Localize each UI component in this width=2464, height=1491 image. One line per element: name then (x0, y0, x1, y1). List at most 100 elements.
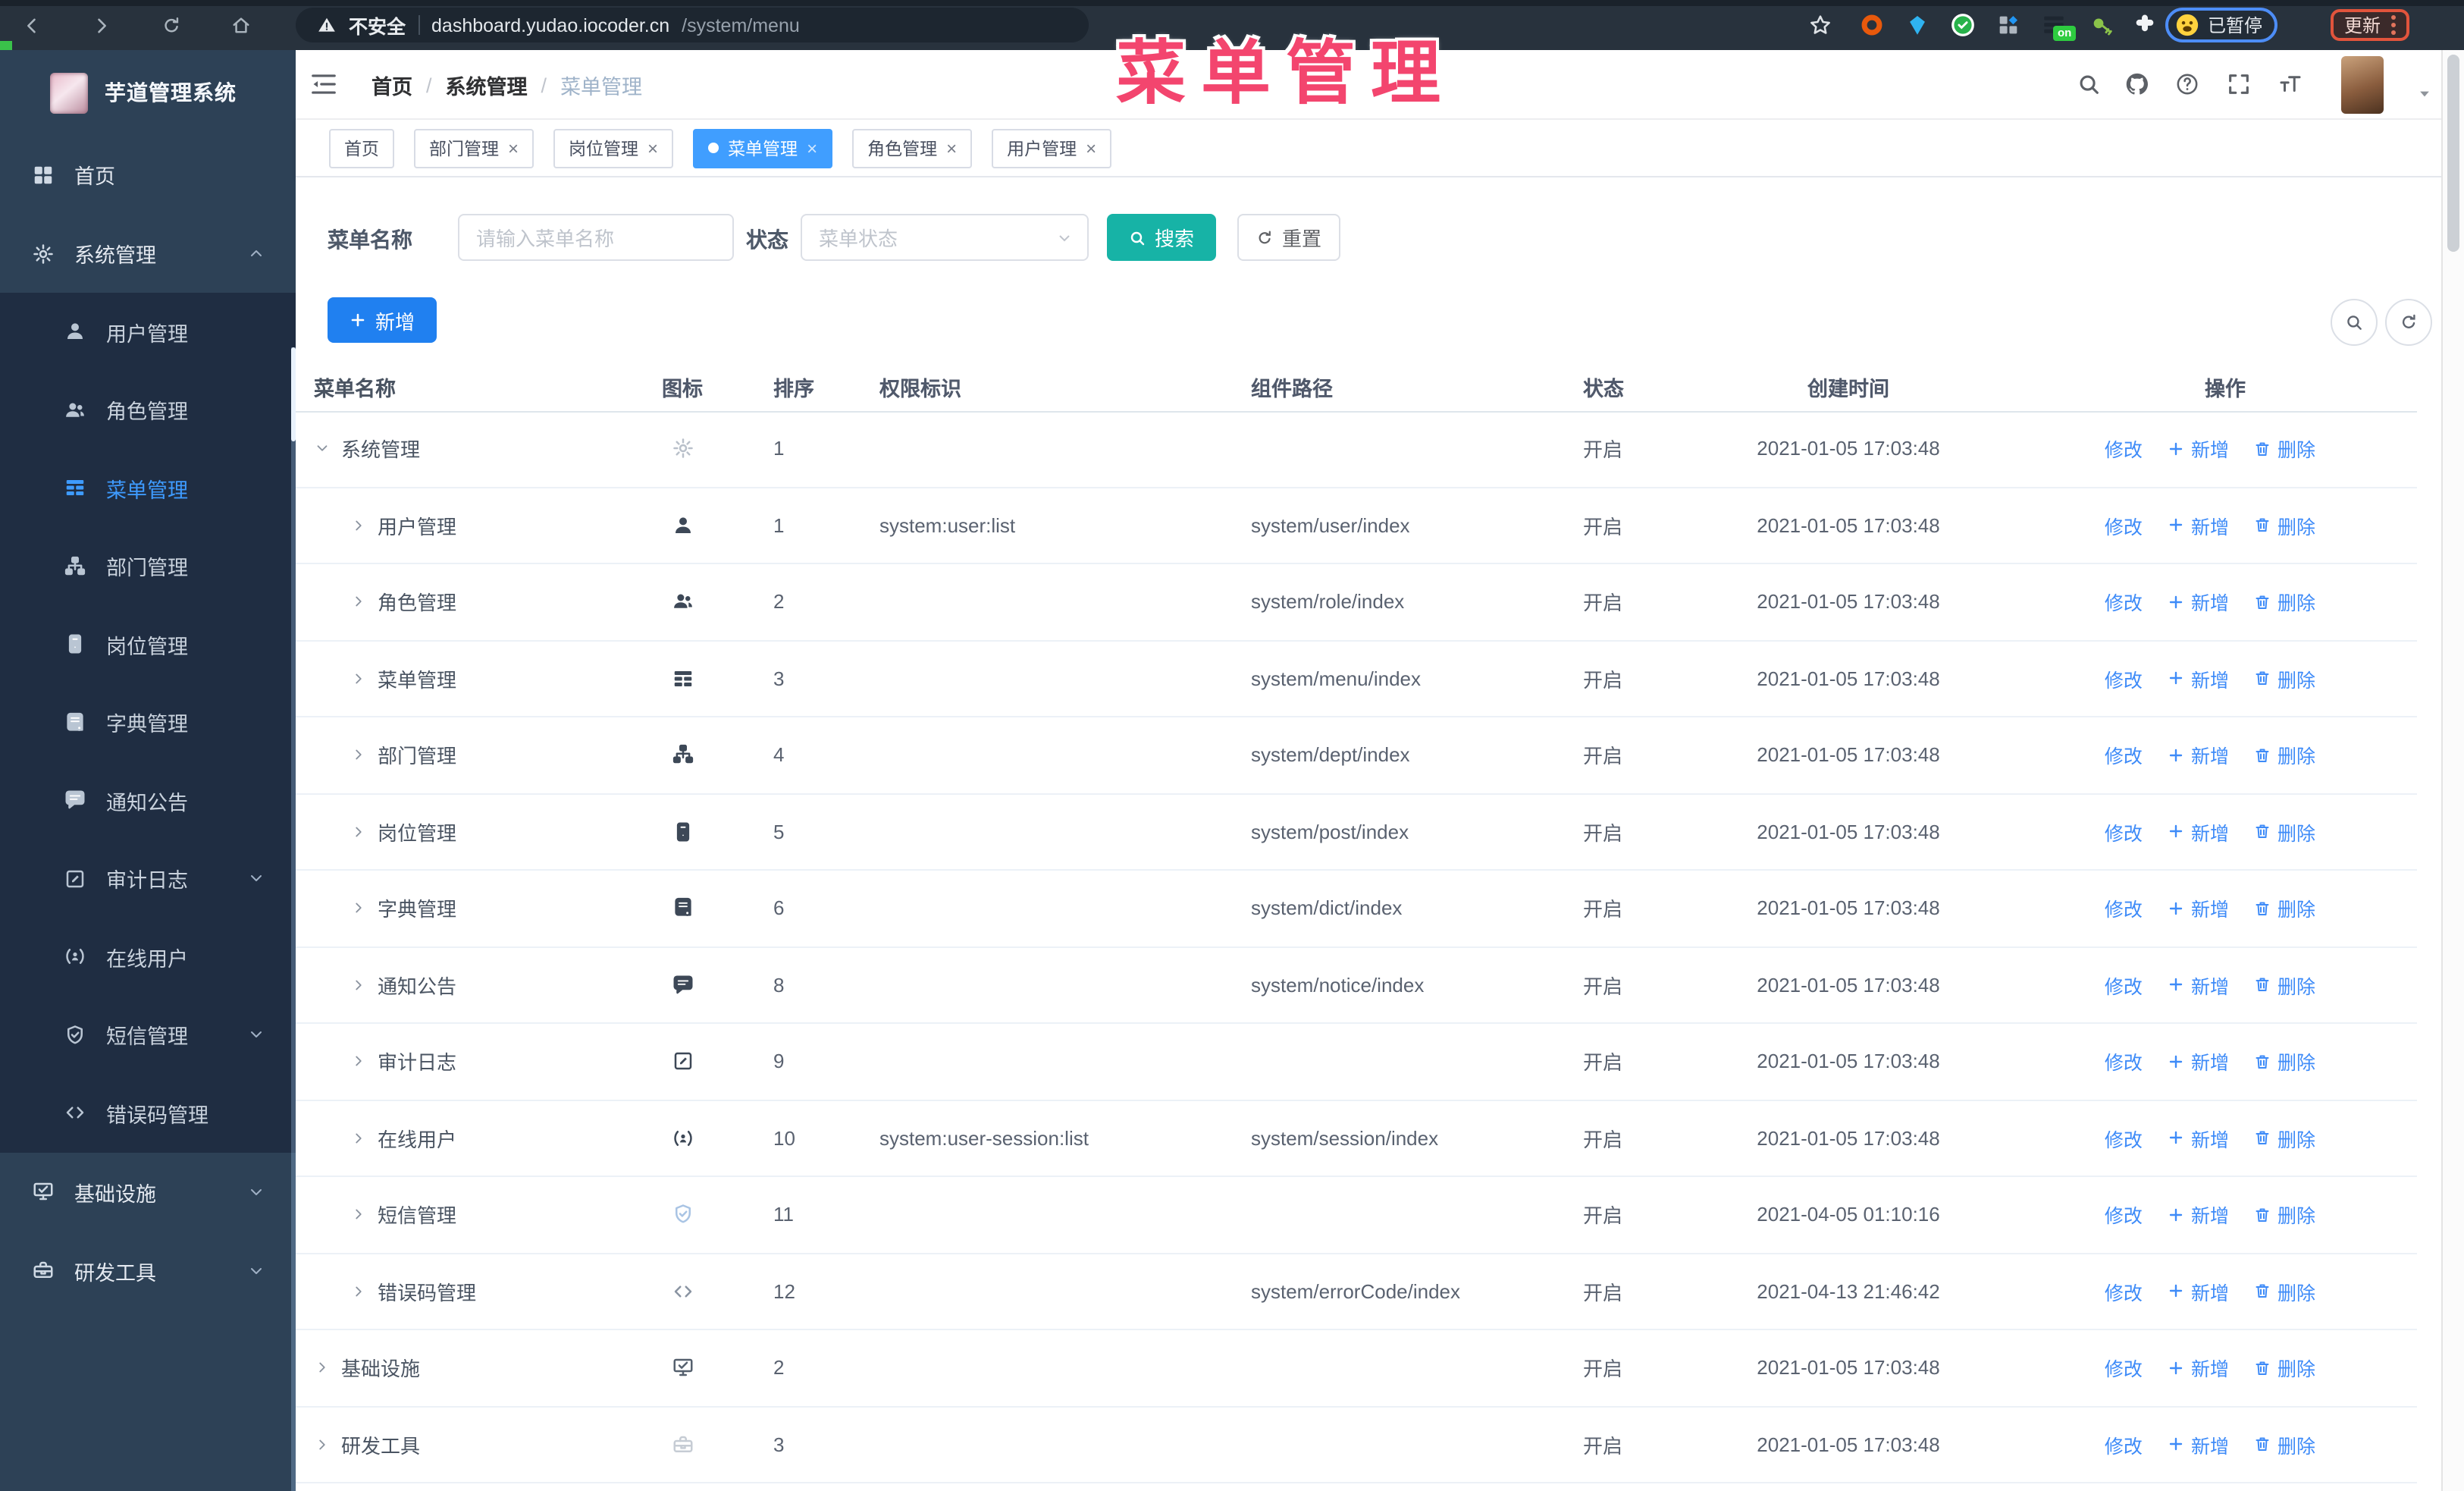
sidebar-item-dict[interactable]: 字典管理 (0, 683, 296, 761)
add-link[interactable]: 新增 (2167, 1354, 2229, 1383)
user-avatar[interactable] (2341, 56, 2384, 114)
edit-link[interactable]: 修改 (2080, 511, 2143, 540)
edit-link[interactable]: 修改 (2080, 1201, 2143, 1229)
tab-dept[interactable]: 部门管理 (414, 128, 534, 168)
kebab-menu-icon[interactable] (2391, 15, 2397, 20)
caret-right-icon[interactable] (350, 977, 367, 993)
edit-link[interactable]: 修改 (2080, 741, 2143, 770)
add-link[interactable]: 新增 (2167, 588, 2229, 617)
bookmark-star-icon[interactable] (1807, 12, 1833, 46)
caret-right-icon[interactable] (350, 900, 367, 917)
ext-gem-icon[interactable] (1904, 12, 1930, 46)
ext-check-circle-icon[interactable] (1950, 12, 1976, 46)
edit-link[interactable]: 修改 (2080, 435, 2143, 463)
sidebar-item-dept[interactable]: 部门管理 (0, 527, 296, 605)
caret-right-icon[interactable] (350, 670, 367, 687)
edit-link[interactable]: 修改 (2080, 971, 2143, 1000)
font-size-icon[interactable] (2277, 71, 2303, 97)
caret-right-icon[interactable] (350, 1130, 367, 1147)
delete-link[interactable]: 删除 (2253, 435, 2315, 463)
sidebar-item-role[interactable]: 角色管理 (0, 371, 296, 449)
caret-right-icon[interactable] (350, 1207, 367, 1223)
browser-home-icon[interactable] (230, 15, 252, 41)
add-link[interactable]: 新增 (2167, 1430, 2229, 1459)
sidebar-item-sms[interactable]: 短信管理 (0, 996, 296, 1074)
tab-role[interactable]: 角色管理 (852, 128, 973, 168)
add-link[interactable]: 新增 (2167, 435, 2229, 463)
delete-link[interactable]: 删除 (2253, 894, 2315, 923)
add-link[interactable]: 新增 (2167, 1047, 2229, 1076)
caret-right-icon[interactable] (350, 824, 367, 840)
delete-link[interactable]: 删除 (2253, 664, 2315, 693)
header-search-icon[interactable] (2076, 71, 2102, 97)
add-link[interactable]: 新增 (2167, 1124, 2229, 1153)
edit-link[interactable]: 修改 (2080, 1047, 2143, 1076)
breadcrumb-home[interactable]: 首页 (371, 70, 412, 100)
toggle-search-button[interactable] (2331, 299, 2378, 346)
add-link[interactable]: 新增 (2167, 741, 2229, 770)
sidebar-item-errcode[interactable]: 错误码管理 (0, 1074, 296, 1152)
delete-link[interactable]: 删除 (2253, 971, 2315, 1000)
delete-link[interactable]: 删除 (2253, 1047, 2315, 1076)
sidebar-item-menu[interactable]: 菜单管理 (0, 449, 296, 527)
avatar-caret-down-icon[interactable] (2417, 86, 2432, 102)
sidebar-item-home[interactable]: 首页 (0, 135, 296, 214)
delete-link[interactable]: 删除 (2253, 741, 2315, 770)
ext-key-icon[interactable] (2089, 12, 2115, 46)
status-select[interactable]: 菜单状态 (801, 214, 1089, 261)
sidebar-item-infra[interactable]: 基础设施 (0, 1152, 296, 1231)
caret-right-icon[interactable] (314, 1360, 331, 1376)
add-link[interactable]: 新增 (2167, 511, 2229, 540)
refresh-table-button[interactable] (2385, 299, 2432, 346)
delete-link[interactable]: 删除 (2253, 818, 2315, 846)
ext-grid-icon[interactable] (1995, 12, 2021, 46)
tab-close-icon[interactable] (946, 139, 957, 157)
caret-right-icon[interactable] (350, 1283, 367, 1300)
caret-right-icon[interactable] (350, 517, 367, 534)
sidebar-collapse-icon[interactable] (309, 70, 338, 99)
add-link[interactable]: 新增 (2167, 1277, 2229, 1306)
caret-right-icon[interactable] (350, 747, 367, 764)
sidebar-item-devtool[interactable]: 研发工具 (0, 1231, 296, 1310)
tab-post[interactable]: 岗位管理 (553, 128, 674, 168)
browser-forward-icon[interactable] (91, 15, 112, 41)
search-button[interactable]: 搜索 (1107, 214, 1216, 261)
edit-link[interactable]: 修改 (2080, 588, 2143, 617)
caret-right-icon[interactable] (350, 1053, 367, 1070)
delete-link[interactable]: 删除 (2253, 511, 2315, 540)
delete-link[interactable]: 删除 (2253, 1430, 2315, 1459)
add-link[interactable]: 新增 (2167, 818, 2229, 846)
caret-right-icon[interactable] (314, 1436, 331, 1453)
add-link[interactable]: 新增 (2167, 971, 2229, 1000)
tab-close-icon[interactable] (647, 139, 658, 157)
delete-link[interactable]: 删除 (2253, 1201, 2315, 1229)
sidebar-item-post[interactable]: 岗位管理 (0, 605, 296, 683)
reset-button[interactable]: 重置 (1237, 214, 1340, 261)
caret-right-icon[interactable] (350, 594, 367, 611)
browser-reload-icon[interactable] (161, 15, 182, 41)
tab-close-icon[interactable] (508, 139, 519, 157)
delete-link[interactable]: 删除 (2253, 588, 2315, 617)
edit-link[interactable]: 修改 (2080, 1124, 2143, 1153)
menu-name-input[interactable]: 请输入菜单名称 (458, 214, 734, 261)
browser-back-icon[interactable] (21, 15, 42, 41)
browser-update-button[interactable]: 更新 (2331, 9, 2410, 41)
tab-home[interactable]: 首页 (329, 128, 394, 168)
tab-user[interactable]: 用户管理 (992, 128, 1112, 168)
sidebar-item-user[interactable]: 用户管理 (0, 293, 296, 371)
edit-link[interactable]: 修改 (2080, 664, 2143, 693)
ext-donut-icon[interactable] (1859, 12, 1885, 46)
tab-menu[interactable]: 菜单管理 (693, 128, 833, 168)
ext-puzzle-icon[interactable] (2132, 12, 2158, 46)
edit-link[interactable]: 修改 (2080, 1354, 2143, 1383)
add-link[interactable]: 新增 (2167, 894, 2229, 923)
edit-link[interactable]: 修改 (2080, 894, 2143, 923)
sidebar-item-auditlog[interactable]: 审计日志 (0, 840, 296, 918)
add-link[interactable]: 新增 (2167, 664, 2229, 693)
page-scrollbar[interactable] (2441, 50, 2464, 1491)
breadcrumb-system[interactable]: 系统管理 (446, 70, 528, 100)
fullscreen-icon[interactable] (2226, 71, 2252, 97)
page-scrollbar-thumb[interactable] (2447, 55, 2459, 252)
address-bar[interactable]: 不安全 dashboard.yudao.iocoder.cn/system/me… (296, 8, 1089, 42)
tab-close-icon[interactable] (807, 139, 817, 157)
